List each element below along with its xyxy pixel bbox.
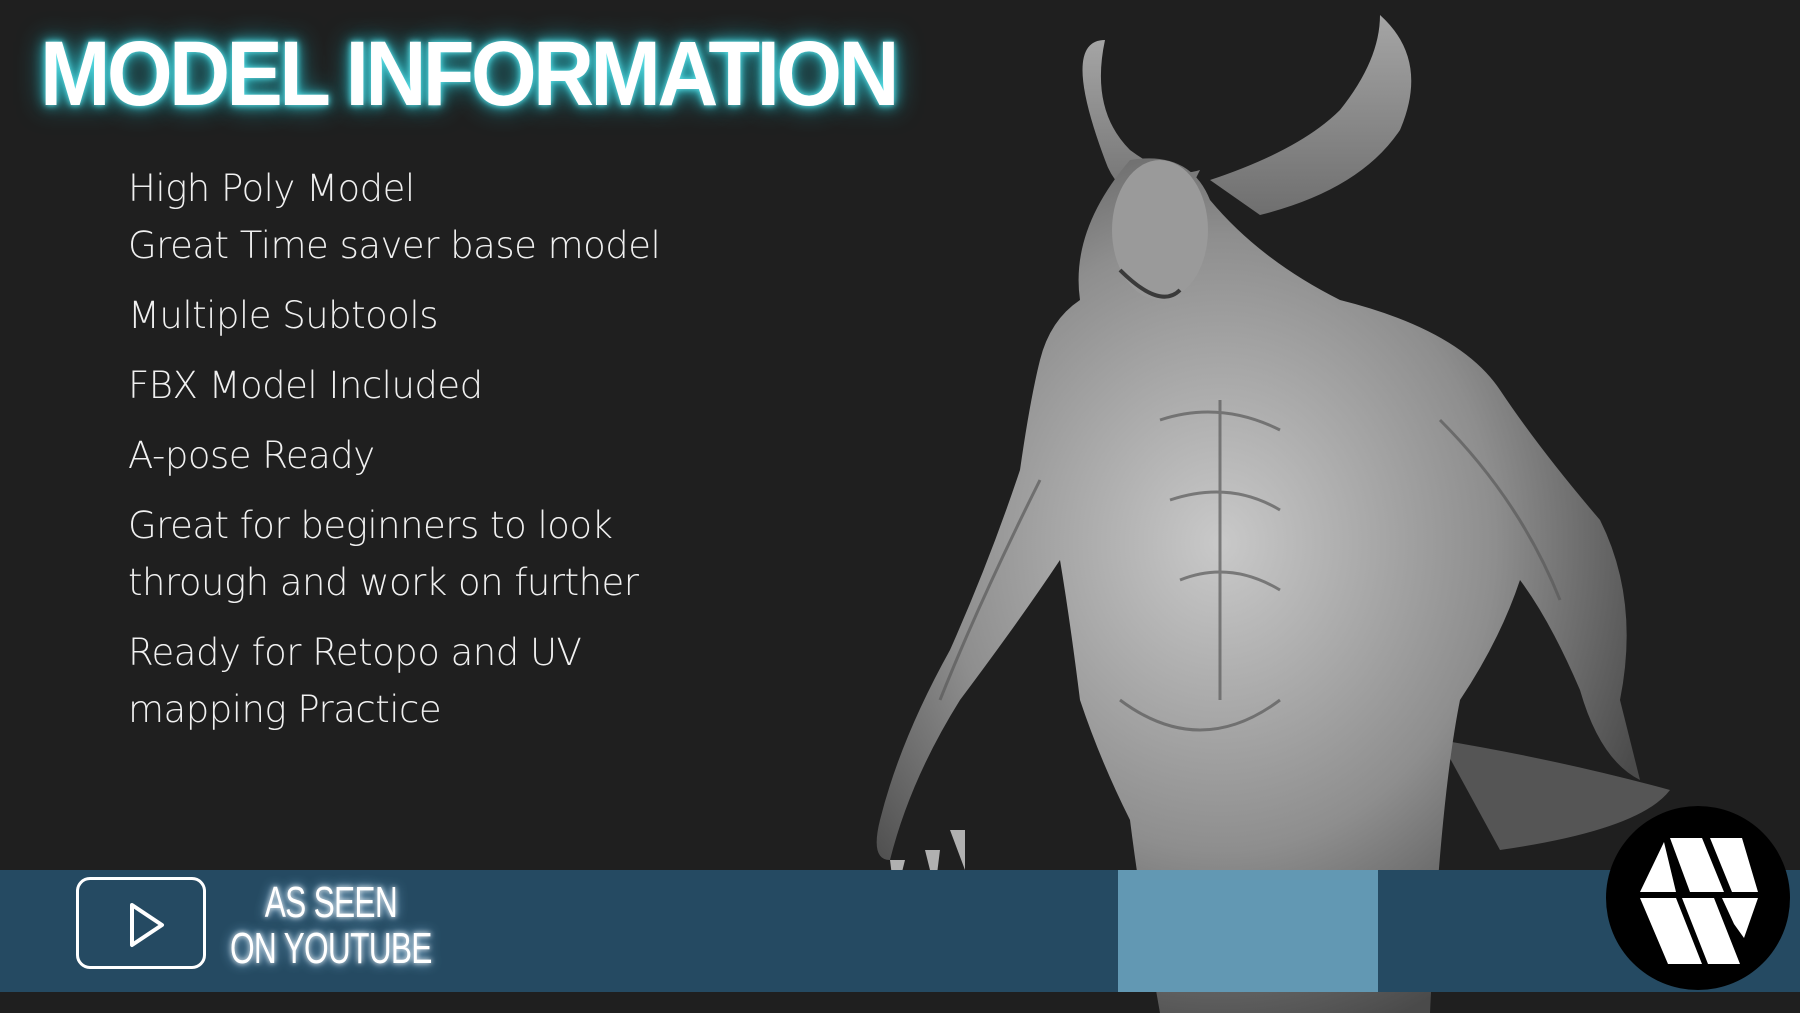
right-horn (1210, 15, 1412, 215)
feature-item: Great Time saver base model (128, 224, 661, 267)
page-title: MODEL INFORMATION (40, 23, 900, 125)
feature-item: High Poly Model (128, 167, 415, 210)
head (1112, 160, 1208, 300)
feature-item: Multiple Subtools (128, 294, 439, 337)
badge-line-2: ON YOUTUBE (230, 924, 432, 973)
feature-item: mapping Practice (128, 688, 442, 731)
feature-list: High Poly Model Great Time saver base mo… (128, 160, 661, 738)
feature-item: FBX Model Included (128, 364, 483, 407)
youtube-play-button[interactable] (76, 877, 206, 969)
as-seen-on-youtube-label: AS SEEN ON YOUTUBE (230, 880, 432, 972)
feature-item: through and work on further (128, 561, 639, 604)
brand-logo (1606, 806, 1790, 990)
badge-line-1: AS SEEN (264, 878, 398, 927)
banner-overlay (1118, 870, 1378, 992)
feature-item: Great for beginners to look (128, 504, 613, 547)
feature-item: A-pose Ready (128, 434, 375, 477)
play-icon (130, 903, 164, 947)
feature-item: Ready for Retopo and UV (128, 631, 582, 674)
